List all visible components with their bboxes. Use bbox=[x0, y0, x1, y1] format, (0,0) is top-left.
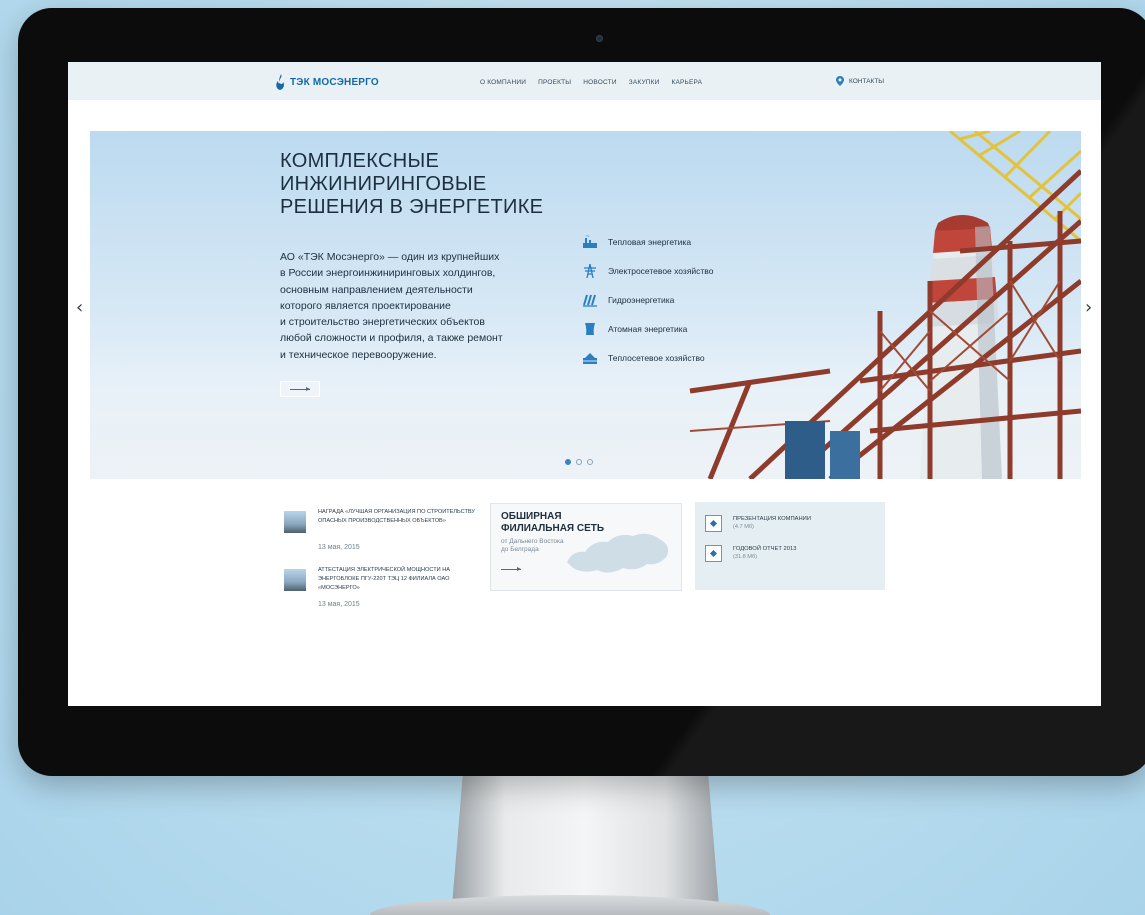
hero-slider: КОМПЛЕКСНЫЕ ИНЖИНИРИНГОВЫЕ РЕШЕНИЯ В ЭНЕ… bbox=[90, 131, 1081, 479]
camera-icon bbox=[596, 35, 603, 42]
branch-title: ОБШИРНАЯ ФИЛИАЛЬНАЯ СЕТЬ bbox=[501, 511, 605, 534]
document-annual-report[interactable]: ГОДОВОЙ ОТЧЕТ 2013 (31.8 Мб) bbox=[705, 545, 796, 562]
branch-network-card[interactable]: ОБШИРНАЯ ФИЛИАЛЬНАЯ СЕТЬ от Дальнего Вос… bbox=[490, 503, 682, 591]
contacts-label: КОНТАКТЫ bbox=[849, 77, 885, 85]
nav-item-company[interactable]: О КОМПАНИИ bbox=[480, 79, 526, 86]
sector-item-heating[interactable]: Теплосетевое хозяйство bbox=[582, 343, 713, 372]
monitor-stand bbox=[452, 776, 719, 906]
news-thumbnail bbox=[284, 569, 306, 591]
slider-next-arrow-icon[interactable]: › bbox=[1085, 298, 1097, 318]
branch-subtitle: от Дальнего Востока до Белграда bbox=[501, 538, 564, 553]
hydro-dam-icon bbox=[583, 294, 597, 307]
hero-more-button[interactable] bbox=[280, 381, 320, 397]
contacts-link[interactable]: КОНТАКТЫ bbox=[836, 76, 884, 86]
hero-description: АО «ТЭК Мосэнерго» — один из крупнейших … bbox=[280, 251, 503, 361]
nav-item-careers[interactable]: КАРЬЕРА bbox=[672, 79, 703, 86]
sector-item-thermal[interactable]: Тепловая энергетика bbox=[582, 227, 713, 256]
download-icon bbox=[705, 515, 722, 532]
download-icon bbox=[705, 545, 722, 562]
nuclear-plant-icon bbox=[585, 322, 595, 335]
heating-network-icon bbox=[583, 352, 597, 364]
news-item[interactable]: НАГРАДА «ЛУЧШАЯ ОРГАНИЗАЦИЯ ПО СТРОИТЕЛЬ… bbox=[284, 508, 484, 566]
location-pin-icon bbox=[836, 76, 844, 86]
website-screen: ТЭК МОСЭНЕРГО О КОМПАНИИ ПРОЕКТЫ НОВОСТИ… bbox=[68, 62, 1101, 706]
sector-list: Тепловая энергетика Электросетевое хозяй… bbox=[582, 227, 713, 372]
news-thumbnail bbox=[284, 511, 306, 533]
document-presentation[interactable]: ПРЕЗЕНТАЦИЯ КОМПАНИИ (4.7 Мб) bbox=[705, 515, 811, 532]
branch-more-button[interactable] bbox=[501, 565, 527, 573]
slider-pagination bbox=[565, 459, 593, 465]
sector-item-grid[interactable]: Электросетевое хозяйство bbox=[582, 256, 713, 285]
news-date: 13 мая, 2015 bbox=[318, 544, 360, 551]
news-list: НАГРАДА «ЛУЧШАЯ ОРГАНИЗАЦИЯ ПО СТРОИТЕЛЬ… bbox=[284, 508, 484, 624]
news-title[interactable]: НАГРАДА «ЛУЧШАЯ ОРГАНИЗАЦИЯ ПО СТРОИТЕЛЬ… bbox=[318, 508, 488, 526]
sector-item-nuclear[interactable]: Атомная энергетика bbox=[582, 314, 713, 343]
thermal-plant-icon bbox=[583, 234, 597, 248]
slider-dot[interactable] bbox=[576, 459, 582, 465]
documents-panel: ПРЕЗЕНТАЦИЯ КОМПАНИИ (4.7 Мб) ГОДОВОЙ ОТ… bbox=[695, 502, 885, 590]
slider-dot[interactable] bbox=[587, 459, 593, 465]
hero-title: КОМПЛЕКСНЫЕ ИНЖИНИРИНГОВЫЕ РЕШЕНИЯ В ЭНЕ… bbox=[280, 150, 544, 218]
site-header: ТЭК МОСЭНЕРГО О КОМПАНИИ ПРОЕКТЫ НОВОСТИ… bbox=[68, 62, 1101, 100]
nav-item-projects[interactable]: ПРОЕКТЫ bbox=[538, 79, 571, 86]
news-title[interactable]: АТТЕСТАЦИЯ ЭЛЕКТРИЧЕСКОЙ МОЩНОСТИ НА ЭНЕ… bbox=[318, 566, 488, 592]
power-tower-icon bbox=[584, 263, 596, 278]
nav-item-news[interactable]: НОВОСТИ bbox=[583, 79, 616, 86]
arrow-right-icon bbox=[290, 386, 310, 391]
sector-item-hydro[interactable]: Гидроэнергетика bbox=[582, 285, 713, 314]
news-item[interactable]: АТТЕСТАЦИЯ ЭЛЕКТРИЧЕСКОЙ МОЩНОСТИ НА ЭНЕ… bbox=[284, 566, 484, 624]
slider-dot[interactable] bbox=[565, 459, 571, 465]
logo-text: ТЭК МОСЭНЕРГО bbox=[290, 76, 379, 88]
flame-logo-icon bbox=[276, 74, 284, 90]
logo[interactable]: ТЭК МОСЭНЕРГО bbox=[274, 72, 379, 92]
main-nav: О КОМПАНИИ ПРОЕКТЫ НОВОСТИ ЗАКУПКИ КАРЬЕ… bbox=[480, 79, 702, 86]
news-date: 13 мая, 2015 bbox=[318, 601, 360, 608]
slider-prev-arrow-icon[interactable]: ‹ bbox=[76, 298, 88, 318]
arrow-right-icon bbox=[501, 566, 521, 571]
nav-item-purchases[interactable]: ЗАКУПКИ bbox=[629, 79, 660, 86]
